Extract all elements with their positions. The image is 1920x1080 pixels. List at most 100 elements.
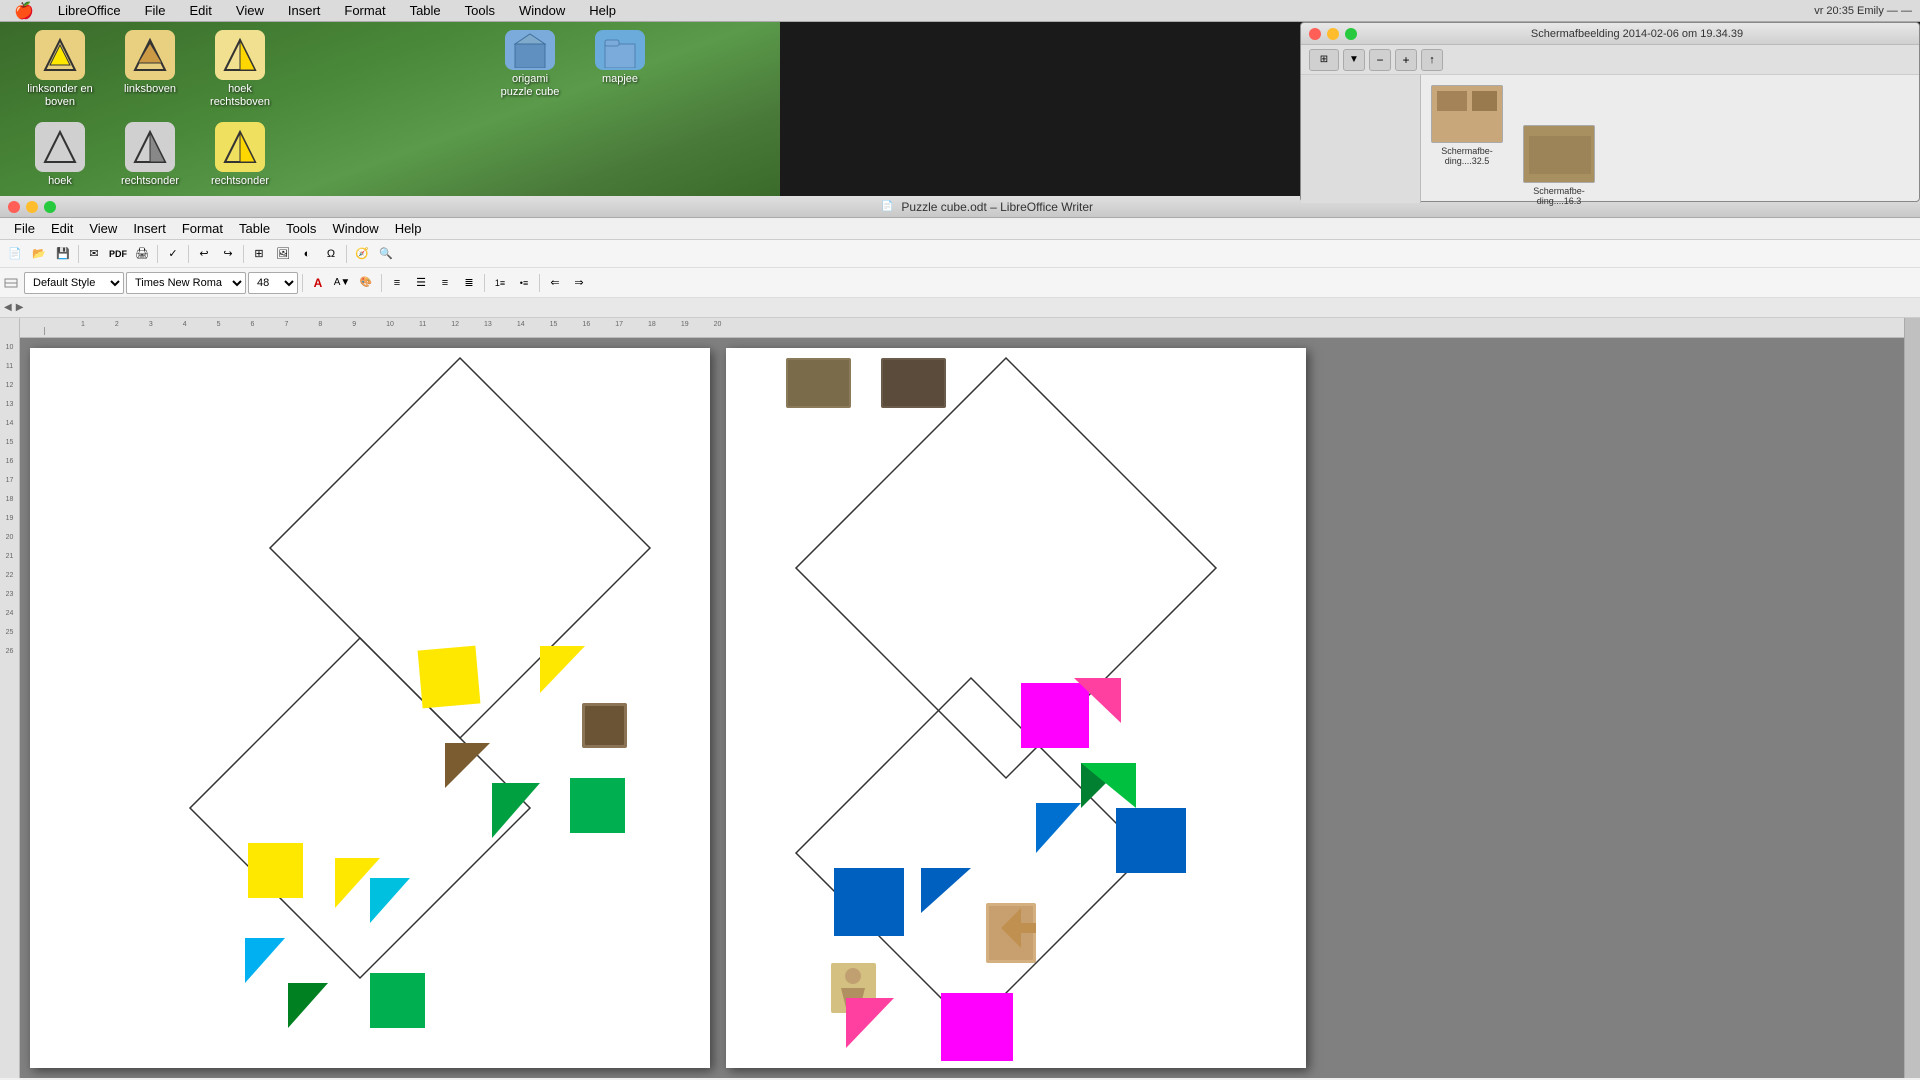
desktop-icon-hoek[interactable]: hoek [20, 122, 100, 188]
screenshot-thumb-1[interactable]: Schermafbe-ding....32.5 [1431, 85, 1503, 166]
ruler-num-23: 23 [2, 585, 17, 604]
insert-special-button[interactable]: Ω [320, 243, 342, 265]
writer-menu-file[interactable]: File [8, 219, 41, 238]
ruler-label-11: 11 [419, 321, 426, 335]
insert-image-button[interactable]: 🖼 [272, 243, 294, 265]
zoom-out-button[interactable]: − [1369, 49, 1391, 71]
menu-file[interactable]: File [139, 1, 172, 20]
view-icons-button[interactable]: ⊞ [1309, 49, 1339, 71]
ruler-label-20: 20 [714, 321, 722, 335]
writer-menu-format[interactable]: Format [176, 219, 229, 238]
bullets-button[interactable]: •≡ [513, 272, 535, 294]
thumbnail-panel [1904, 318, 1920, 1078]
desktop-icon-rechtsonder1[interactable]: rechtsonder [110, 122, 190, 188]
maximize-button[interactable] [1345, 28, 1357, 40]
writer-menu-help[interactable]: Help [389, 219, 428, 238]
writer-menu-view[interactable]: View [83, 219, 123, 238]
minimize-button[interactable] [1327, 28, 1339, 40]
screenshot-label-1: Schermafbe-ding....32.5 [1441, 146, 1493, 166]
menu-tools[interactable]: Tools [459, 1, 501, 20]
finder-content: Schermafbe-ding....32.5 Schermafbe-ding.… [1421, 75, 1919, 203]
menu-insert[interactable]: Insert [282, 1, 327, 20]
writer-toolbar1: 📄 📂 💾 ✉ PDF 🖨 ✓ ↩ ↪ ⊞ 🖼 ◐ Ω 🧭 🔍 [0, 240, 1920, 268]
ruler-num-17: 17 [2, 471, 17, 490]
menu-table[interactable]: Table [404, 1, 447, 20]
ruler-label-18: 18 [648, 321, 656, 335]
writer-maximize-button[interactable] [44, 201, 56, 213]
navigator-button[interactable]: 🧭 [351, 243, 373, 265]
mac-menubar: 🍎 LibreOffice File Edit View Insert Form… [0, 0, 1920, 22]
paragraph-style-select[interactable]: Default Style [24, 272, 124, 294]
writer-close-button[interactable] [8, 201, 20, 213]
toolbar-separator-3 [188, 245, 189, 263]
undo-button[interactable]: ↩ [193, 243, 215, 265]
next-page-button[interactable]: ▶ [16, 302, 24, 313]
indent-increase-button[interactable]: ⇒ [568, 272, 590, 294]
screenshot-thumb-2[interactable]: Schermafbe-ding....16.3 [1523, 125, 1595, 206]
writer-toolbar2: Default Style Times New Roma 48 A A▼ 🎨 ≡… [0, 268, 1920, 298]
desktop-icon-linksboven[interactable]: linksboven [110, 30, 190, 96]
writer-menu-table[interactable]: Table [233, 219, 276, 238]
numbered-list-button[interactable]: 1≡ [489, 272, 511, 294]
ruler-label-3: 3 [149, 321, 153, 335]
menu-help[interactable]: Help [583, 1, 622, 20]
ruler-num-22: 22 [2, 566, 17, 585]
indent-decrease-button[interactable]: ⇐ [544, 272, 566, 294]
find-button[interactable]: 🔍 [375, 243, 397, 265]
zoom-in-button[interactable]: + [1395, 49, 1417, 71]
writer-menu-tools[interactable]: Tools [280, 219, 322, 238]
new-document-button[interactable]: 📄 [4, 243, 26, 265]
save-button[interactable]: 💾 [52, 243, 74, 265]
justify-button[interactable]: ≣ [458, 272, 480, 294]
shapes-button[interactable]: ◐ [296, 243, 318, 265]
align-center-button[interactable]: ☰ [410, 272, 432, 294]
writer-minimize-button[interactable] [26, 201, 38, 213]
apple-menu[interactable]: 🍎 [8, 0, 40, 23]
font-select[interactable]: Times New Roma [126, 272, 246, 294]
menu-window[interactable]: Window [513, 1, 571, 20]
redo-button[interactable]: ↪ [217, 243, 239, 265]
ruler-label-14: 14 [517, 321, 525, 335]
desktop-icon-origami[interactable]: origamipuzzle cube [490, 30, 570, 99]
desktop-icon-rechtsonder2[interactable]: rechtsonder [200, 122, 280, 188]
menu-format[interactable]: Format [338, 1, 391, 20]
export-pdf-button[interactable]: PDF [107, 243, 129, 265]
prev-page-button[interactable]: ◀ [4, 302, 12, 313]
ruler-label-15: 15 [550, 321, 558, 335]
spellcheck-button[interactable]: ✓ [162, 243, 184, 265]
writer-menu-window[interactable]: Window [326, 219, 384, 238]
pages-area [20, 338, 1904, 1078]
desktop-icon-linksonder[interactable]: linksonder enboven [20, 30, 100, 109]
writer-menu-edit[interactable]: Edit [45, 219, 79, 238]
desktop-icon-mapjee[interactable]: mapjee [580, 30, 660, 86]
close-button[interactable] [1309, 28, 1321, 40]
align-left-button[interactable]: ≡ [386, 272, 408, 294]
share-button[interactable]: ↑ [1421, 49, 1443, 71]
view-list-button[interactable]: ▼ [1343, 49, 1365, 71]
menu-libreoffice[interactable]: LibreOffice [52, 1, 127, 20]
toolbar-separator-5 [346, 245, 347, 263]
ruler-num-10: 10 [2, 338, 17, 357]
font-size-select[interactable]: 48 [248, 272, 298, 294]
ruler-num-14: 14 [2, 414, 17, 433]
insert-table-button[interactable]: ⊞ [248, 243, 270, 265]
menu-view[interactable]: View [230, 1, 270, 20]
email-button[interactable]: ✉ [83, 243, 105, 265]
ruler-mark [44, 327, 46, 335]
formatting-separator-3 [484, 274, 485, 292]
align-right-button[interactable]: ≡ [434, 272, 456, 294]
ruler-label-8: 8 [318, 321, 322, 335]
menu-edit[interactable]: Edit [184, 1, 218, 20]
desktop-icon-hoek-rechtsboven[interactable]: hoekrechtsboven [200, 30, 280, 109]
ruler-label-6: 6 [251, 321, 255, 335]
ruler-num-19: 19 [2, 509, 17, 528]
font-color-button[interactable]: A [307, 272, 329, 294]
toolbar-separator-2 [157, 245, 158, 263]
highlight-button[interactable]: A▼ [331, 272, 353, 294]
writer-menu-insert[interactable]: Insert [127, 219, 172, 238]
background-color-button[interactable]: 🎨 [355, 272, 377, 294]
open-button[interactable]: 📂 [28, 243, 50, 265]
ruler-label-4: 4 [183, 321, 187, 335]
print-button[interactable]: 🖨 [131, 243, 153, 265]
finder-sidebar [1301, 75, 1421, 203]
